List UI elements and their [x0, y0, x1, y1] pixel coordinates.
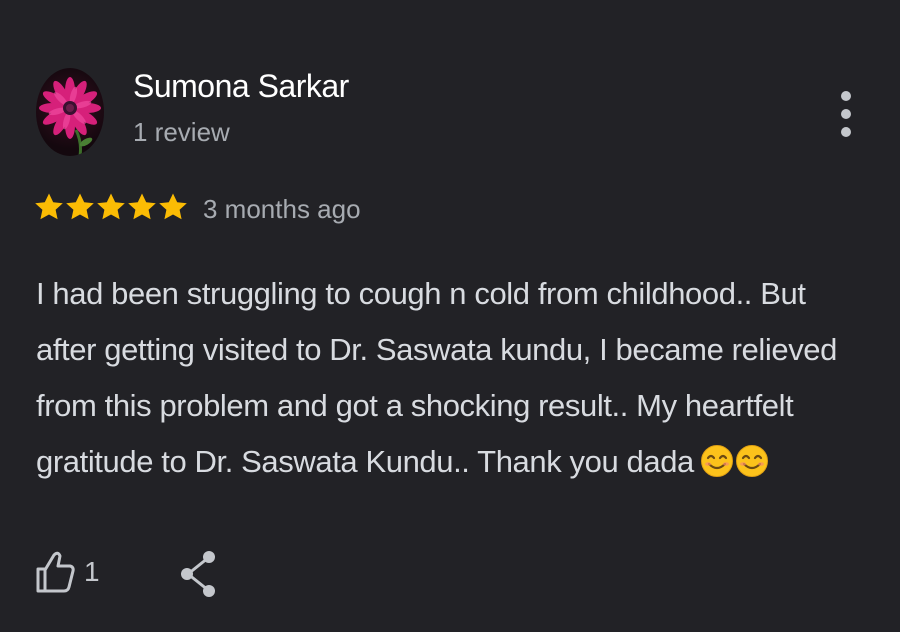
star-rating	[34, 192, 188, 226]
star-icon	[35, 193, 63, 220]
author-avatar[interactable]	[36, 68, 104, 156]
smiling-face-emoji-icon	[700, 445, 733, 477]
review-text-line: after getting visited to Dr. Saswata kun…	[36, 332, 837, 367]
author-review-count: 1 review	[133, 117, 230, 147]
star-icon	[159, 193, 187, 220]
smiling-face-emoji-icon	[735, 445, 768, 477]
share-icon	[181, 551, 215, 597]
review-text-line: I had been struggling to cough n cold fr…	[36, 276, 806, 311]
author-name[interactable]: Sumona Sarkar	[133, 68, 349, 105]
review-text-line: from this problem and got a shocking res…	[36, 388, 794, 423]
like-button[interactable]: 1	[34, 544, 100, 600]
review-card: Sumona Sarkar 1 review 3 months ago I ha…	[0, 0, 900, 632]
more-vertical-icon-dot	[841, 109, 851, 119]
more-vertical-icon-dot	[841, 127, 851, 137]
flower-icon	[39, 77, 101, 156]
review-text-last-line: gratitude to Dr. Saswata Kundu.. Thank y…	[36, 434, 876, 496]
share-button[interactable]	[178, 548, 220, 600]
thumbs-up-icon	[36, 551, 75, 593]
review-date: 3 months ago	[203, 194, 361, 224]
star-icon	[128, 193, 156, 220]
like-count: 1	[84, 556, 100, 587]
star-icon	[66, 193, 94, 220]
review-text: I had been struggling to cough n cold fr…	[36, 266, 876, 496]
more-vertical-icon	[841, 91, 851, 101]
review-text-line: gratitude to Dr. Saswata Kundu.. Thank y…	[36, 444, 694, 479]
star-icon	[97, 193, 125, 220]
more-options-button[interactable]	[826, 86, 866, 142]
smiling-emoji-pair	[700, 440, 770, 496]
